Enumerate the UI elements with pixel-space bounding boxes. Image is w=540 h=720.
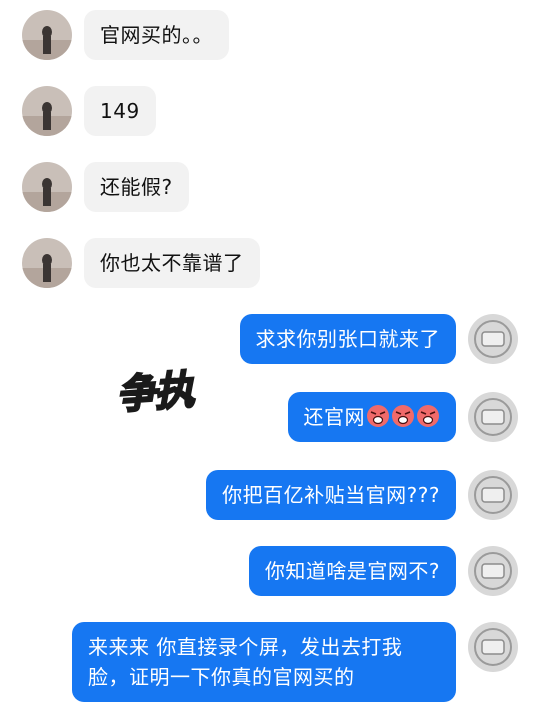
- message-text: 还官网: [303, 405, 365, 429]
- message-bubble-incoming[interactable]: 官网买的。。: [84, 10, 229, 60]
- message-text-line: 来来来 你直接录个屏，发出去打我: [88, 635, 403, 659]
- message-bubble-incoming[interactable]: 还能假?: [84, 162, 189, 212]
- message-text: 你也太不靠谱了: [100, 251, 244, 275]
- contact-avatar[interactable]: [22, 10, 72, 60]
- user-avatar[interactable]: [468, 314, 518, 364]
- message-text: 你把百亿补贴当官网???: [222, 483, 440, 507]
- sticker-text: 争执: [114, 366, 195, 419]
- message-bubble-outgoing[interactable]: 你把百亿补贴当官网???: [206, 470, 456, 520]
- user-avatar[interactable]: [468, 622, 518, 672]
- message-text: 官网买的。。: [100, 23, 213, 47]
- angry-face-icon: [416, 404, 440, 428]
- angry-face-icon: [366, 404, 390, 428]
- contact-avatar[interactable]: [22, 238, 72, 288]
- message-text: 149: [100, 99, 140, 123]
- user-avatar[interactable]: [468, 546, 518, 596]
- user-avatar[interactable]: [468, 392, 518, 442]
- angry-face-icon: [391, 404, 415, 428]
- message-bubble-outgoing[interactable]: 求求你别张口就来了: [239, 314, 456, 364]
- message-bubble-incoming[interactable]: 149: [84, 86, 156, 136]
- message-text: 还能假?: [100, 175, 173, 199]
- message-text-line: 脸，证明一下你真的官网买的: [88, 665, 355, 689]
- contact-avatar[interactable]: [22, 162, 72, 212]
- message-bubble-outgoing[interactable]: 还官网: [287, 392, 456, 442]
- user-avatar[interactable]: [468, 470, 518, 520]
- message-text: 求求你别张口就来了: [255, 327, 440, 351]
- message-bubble-outgoing[interactable]: 来来来 你直接录个屏，发出去打我 脸，证明一下你真的官网买的: [72, 622, 456, 702]
- contact-avatar[interactable]: [22, 86, 72, 136]
- message-text: 你知道啥是官网不?: [264, 559, 440, 583]
- message-bubble-incoming[interactable]: 你也太不靠谱了: [84, 238, 260, 288]
- message-bubble-outgoing[interactable]: 你知道啥是官网不?: [248, 546, 456, 596]
